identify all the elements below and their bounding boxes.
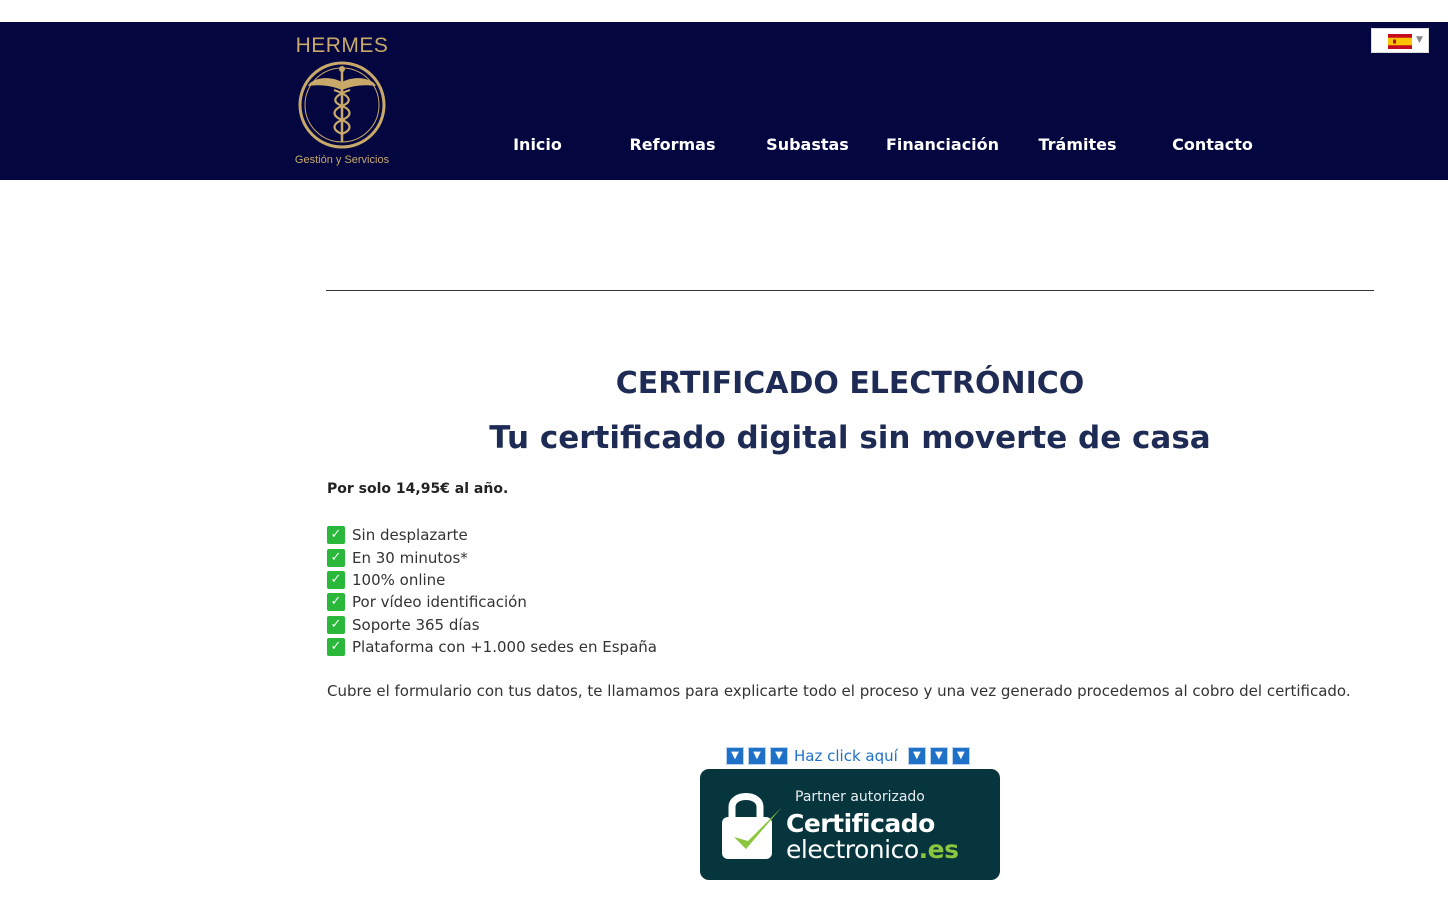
nav-item-reformas[interactable]: Reformas <box>605 135 740 154</box>
list-item: ✓ Soporte 365 días <box>327 614 657 636</box>
page-subtitle: Tu certificado digital sin moverte de ca… <box>489 420 1211 456</box>
check-icon: ✓ <box>327 548 345 567</box>
arrow-down-icon: ▼ <box>748 747 766 765</box>
list-item: ✓ 100% online <box>327 569 657 591</box>
top-strip <box>0 0 1448 22</box>
check-icon: ✓ <box>327 526 345 545</box>
page-title: CERTIFICADO ELECTRÓNICO <box>615 366 1085 401</box>
list-item: ✓ Plataforma con +1.000 sedes en España <box>327 636 657 658</box>
nav-item-inicio[interactable]: Inicio <box>470 135 605 154</box>
check-icon: ✓ <box>327 570 345 589</box>
arrow-down-icon: ▼ <box>907 747 926 765</box>
nav-item-subastas[interactable]: Subastas <box>740 135 875 154</box>
arrow-down-icon: ▼ <box>726 747 744 765</box>
badge-partner-text: Partner autorizado <box>795 789 925 805</box>
feature-label: En 30 minutos* <box>352 548 468 567</box>
list-item: ✓ Por vídeo identificación <box>327 591 657 613</box>
list-item: ✓ Sin desplazarte <box>327 524 657 546</box>
click-here-row: ▼ ▼ ▼ Haz click aquí ▼ ▼ ▼ <box>726 745 974 767</box>
check-icon: ✓ <box>327 615 345 634</box>
click-here-link[interactable]: Haz click aquí <box>794 747 898 765</box>
divider <box>326 290 1374 291</box>
arrow-down-icon: ▼ <box>929 747 948 765</box>
feature-label: Sin desplazarte <box>352 526 468 545</box>
logo-subtitle: Gestión y Servicios <box>294 154 390 166</box>
description-text: Cubre el formulario con tus datos, te ll… <box>327 682 1351 700</box>
nav-item-contacto[interactable]: Contacto <box>1145 135 1280 154</box>
language-selector[interactable]: ▼ <box>1371 28 1429 53</box>
check-icon: ✓ <box>327 638 345 657</box>
badge-brand-tld: .es <box>918 835 959 864</box>
main-nav: Inicio Reformas Subastas Financiación Tr… <box>470 135 1280 159</box>
arrow-down-icon: ▼ <box>951 747 970 765</box>
padlock-check-icon <box>722 793 782 859</box>
spain-flag-icon <box>1388 34 1412 49</box>
check-icon: ✓ <box>327 593 345 612</box>
nav-item-financiacion[interactable]: Financiación <box>875 135 1010 154</box>
feature-label: Soporte 365 días <box>352 615 480 634</box>
badge-brand-domain: electronico.es <box>786 835 959 864</box>
feature-label: 100% online <box>352 570 446 589</box>
badge-brand-main: Certificado <box>786 809 935 838</box>
nav-item-tramites[interactable]: Trámites <box>1010 135 1145 154</box>
caduceus-icon <box>298 61 386 149</box>
logo-title: HERMES <box>295 34 389 57</box>
feature-label: Por vídeo identificación <box>352 593 527 612</box>
caret-down-icon: ▼ <box>1416 35 1423 45</box>
partner-badge[interactable]: Partner autorizado Certificado electroni… <box>700 769 1000 880</box>
list-item: ✓ En 30 minutos* <box>327 546 657 568</box>
arrow-down-icon: ▼ <box>770 747 788 765</box>
feature-list: ✓ Sin desplazarte ✓ En 30 minutos* ✓ 100% o… <box>327 524 657 658</box>
badge-brand-name: electronico <box>786 835 919 864</box>
feature-label: Plataforma con +1.000 sedes en España <box>352 638 657 657</box>
site-logo[interactable]: HERMES Gestión y Servicios <box>281 32 403 172</box>
price-text: Por solo 14,95€ al año. <box>327 481 509 497</box>
site-header: HERMES Gestión y Servicios Inicio Reform… <box>0 22 1448 180</box>
